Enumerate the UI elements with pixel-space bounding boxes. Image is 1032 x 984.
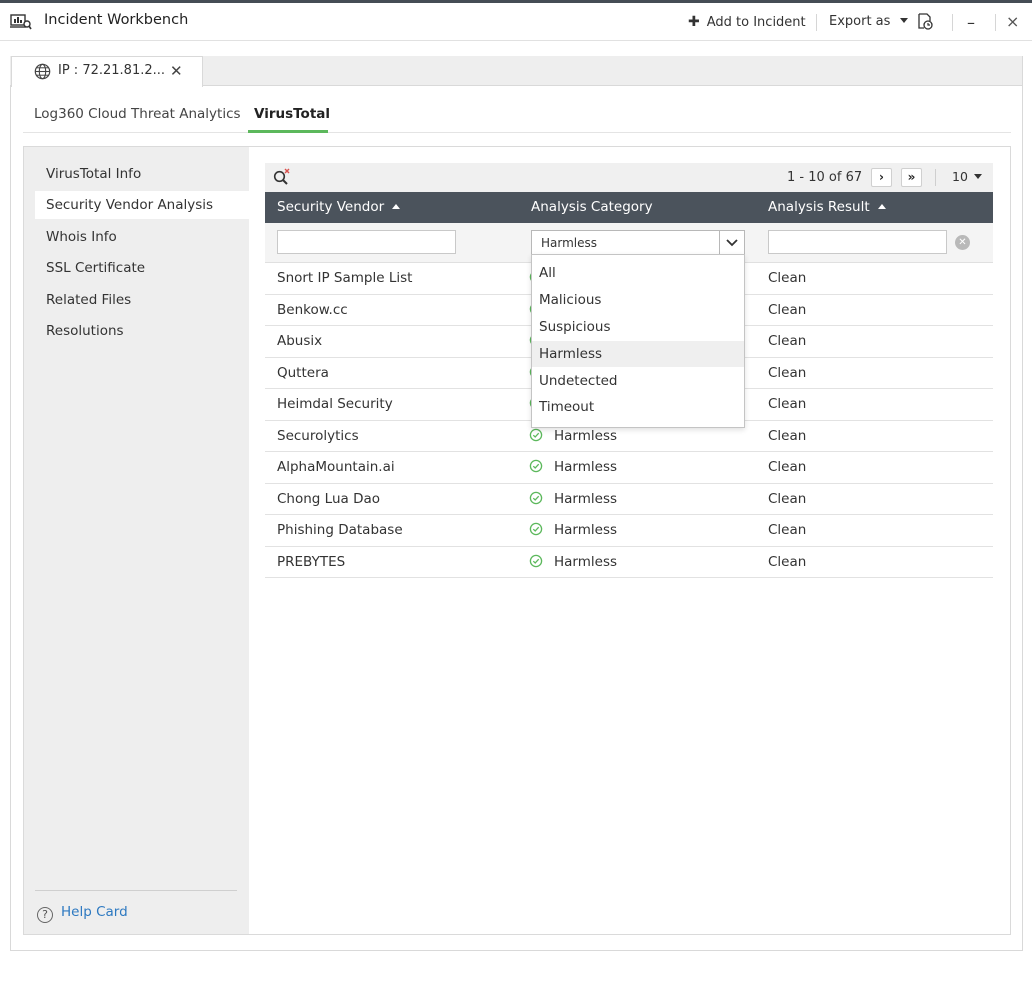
vendor-cell: Quttera: [277, 364, 329, 381]
pagination-range: 1 - 10 of 67: [787, 170, 863, 185]
check-circle-icon: [529, 554, 543, 572]
caret-down-icon: [899, 18, 908, 23]
tab-log360-cloud[interactable]: Log360 Cloud Threat Analytics: [34, 106, 241, 122]
category-dropdown-menu: All Malicious Suspicious Harmless Undete…: [531, 254, 745, 428]
help-card-link[interactable]: ? Help Card: [37, 904, 128, 923]
column-analysis-category-label: Analysis Category: [531, 199, 653, 215]
vendor-cell: Heimdal Security: [277, 396, 393, 412]
tab-virustotal[interactable]: VirusTotal: [254, 106, 330, 122]
vendor-cell: Chong Lua Dao: [277, 490, 380, 507]
result-cell: Clean: [768, 396, 807, 412]
schedule-report-icon[interactable]: [917, 13, 933, 34]
tab-ip[interactable]: IP : 72.21.81.2... ✕: [11, 56, 203, 87]
page-size-value: 10: [952, 169, 968, 184]
add-to-incident-label: Add to Incident: [706, 15, 806, 30]
ip-tab-label: IP : 72.21.81.2...: [58, 63, 166, 78]
dropdown-option-all[interactable]: All: [532, 260, 744, 286]
result-cell: Clean: [768, 553, 807, 570]
column-analysis-category[interactable]: Analysis Category: [531, 199, 653, 215]
result-cell: Clean: [768, 301, 807, 318]
sidebar-item-security-vendor-analysis[interactable]: Security Vendor Analysis: [35, 191, 249, 219]
category-cell: Harmless: [554, 490, 618, 507]
grid-toolbar: 1 - 10 of 67 › » 10: [265, 163, 993, 192]
table-header: Security Vendor Analysis Category Analys…: [265, 192, 993, 223]
sort-ascending-icon: [392, 204, 401, 209]
check-circle-icon: [529, 491, 543, 509]
category-cell: Harmless: [554, 459, 618, 475]
toolbar-divider: [952, 14, 953, 31]
export-as-button[interactable]: Export as: [829, 14, 908, 29]
active-tab-indicator: [248, 130, 328, 133]
dropdown-option-suspicious[interactable]: Suspicious: [532, 314, 744, 340]
result-cell: Clean: [768, 270, 807, 286]
chevron-down-icon[interactable]: [719, 231, 744, 254]
export-as-label: Export as: [829, 14, 891, 29]
close-icon[interactable]: ×: [1006, 12, 1019, 31]
add-to-incident-button[interactable]: ✚ Add to Incident: [688, 14, 806, 30]
toolbar-divider: [995, 14, 996, 31]
workbench-icon: [10, 13, 32, 31]
window-title: Incident Workbench: [44, 12, 189, 28]
category-filter-select[interactable]: Harmless: [531, 230, 745, 255]
toolbar-divider: [816, 14, 817, 31]
sort-ascending-icon: [877, 204, 886, 209]
column-security-vendor[interactable]: Security Vendor: [277, 199, 401, 215]
dropdown-option-timeout[interactable]: Timeout: [532, 394, 744, 420]
vendor-filter-input[interactable]: [277, 230, 456, 254]
help-icon: ?: [37, 907, 53, 923]
result-filter-input[interactable]: [768, 230, 947, 254]
table-row[interactable]: PREBYTES Harmless Clean: [265, 546, 993, 578]
vendor-cell: PREBYTES: [277, 553, 346, 570]
dropdown-option-harmless[interactable]: Harmless: [532, 341, 744, 367]
globe-icon: [34, 63, 51, 84]
table-row[interactable]: Phishing Database Harmless Clean: [265, 515, 993, 547]
help-divider: [35, 890, 237, 891]
vendor-cell: Abusix: [277, 333, 323, 349]
column-analysis-result[interactable]: Analysis Result: [768, 199, 886, 215]
vendor-cell: Snort IP Sample List: [277, 270, 413, 286]
category-cell: Harmless: [554, 427, 618, 444]
dropdown-option-undetected[interactable]: Undetected: [532, 368, 744, 394]
column-security-vendor-label: Security Vendor: [277, 199, 385, 215]
category-cell: Harmless: [554, 522, 618, 538]
sidebar-item-resolutions[interactable]: Resolutions: [35, 317, 249, 345]
source-tabs: Log360 Cloud Threat Analytics VirusTotal: [23, 98, 1011, 133]
help-card-label: Help Card: [61, 904, 128, 920]
result-cell: Clean: [768, 490, 807, 507]
close-tab-icon[interactable]: ✕: [170, 62, 183, 80]
plus-icon: ✚: [688, 14, 700, 30]
sidebar-item-virustotal-info[interactable]: VirusTotal Info: [35, 160, 249, 188]
next-page-button[interactable]: ›: [871, 168, 892, 187]
last-page-button[interactable]: »: [901, 168, 922, 187]
caret-down-icon: [973, 174, 982, 179]
search-clear-icon[interactable]: [273, 168, 291, 189]
check-circle-icon: [529, 522, 543, 540]
sidebar-item-related-files[interactable]: Related Files: [35, 286, 249, 314]
table-row[interactable]: Chong Lua Dao Harmless Clean: [265, 483, 993, 515]
vendor-cell: Phishing Database: [277, 522, 403, 538]
category-cell: Harmless: [554, 553, 618, 570]
sidebar-item-ssl-certificate[interactable]: SSL Certificate: [35, 254, 249, 282]
sidebar: VirusTotal Info Security Vendor Analysis…: [24, 147, 249, 934]
toolbar-divider: [935, 169, 936, 186]
minimize-icon[interactable]: –: [967, 13, 975, 32]
result-cell: Clean: [768, 364, 807, 381]
vendor-cell: AlphaMountain.ai: [277, 459, 395, 475]
dropdown-option-malicious[interactable]: Malicious: [532, 287, 744, 313]
check-circle-icon: [529, 459, 543, 477]
vendor-cell: Benkow.cc: [277, 301, 348, 318]
result-cell: Clean: [768, 333, 807, 349]
page-size-select[interactable]: 10: [952, 169, 982, 184]
title-bar: Incident Workbench ✚ Add to Incident Expo…: [0, 3, 1032, 41]
check-circle-icon: [529, 428, 543, 446]
vendor-cell: Securolytics: [277, 427, 359, 444]
category-filter-value: Harmless: [541, 236, 598, 250]
table-row[interactable]: AlphaMountain.ai Harmless Clean: [265, 452, 993, 484]
result-cell: Clean: [768, 459, 807, 475]
result-cell: Clean: [768, 427, 807, 444]
sidebar-item-whois-info[interactable]: Whois Info: [35, 223, 249, 251]
clear-filter-icon[interactable]: ✕: [955, 235, 970, 250]
result-cell: Clean: [768, 522, 807, 538]
column-analysis-result-label: Analysis Result: [768, 199, 870, 215]
